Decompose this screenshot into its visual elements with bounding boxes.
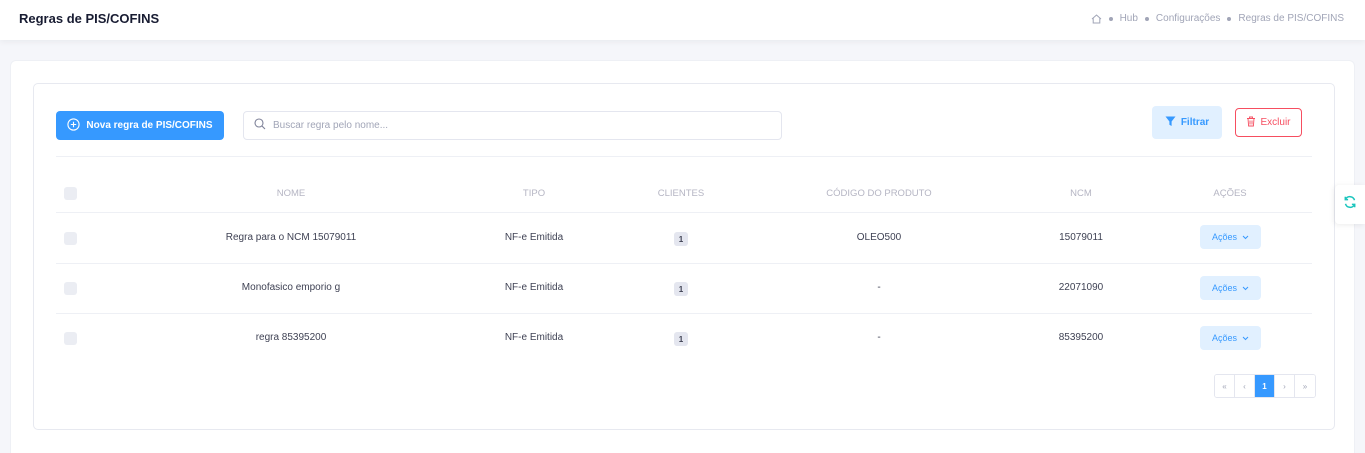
breadcrumb-hub[interactable]: Hub xyxy=(1120,13,1138,24)
breadcrumb-current: Regras de PIS/COFINS xyxy=(1238,13,1344,24)
clients-count-badge: 1 xyxy=(674,332,688,346)
clients-count-badge: 1 xyxy=(674,282,688,296)
row-divider xyxy=(56,263,1312,264)
search-input[interactable] xyxy=(273,120,753,131)
column-header-nome[interactable]: NOME xyxy=(277,188,306,199)
search-icon xyxy=(254,117,266,135)
table-divider xyxy=(56,212,1312,213)
column-header-clientes[interactable]: CLIENTES xyxy=(658,188,704,199)
search-box[interactable] xyxy=(243,111,782,140)
chevron-down-icon xyxy=(1242,333,1249,343)
column-header-acoes: AÇÕES xyxy=(1213,188,1247,199)
pagination-last[interactable]: » xyxy=(1295,375,1315,397)
actions-label: Ações xyxy=(1211,232,1237,242)
row-divider xyxy=(56,313,1312,314)
pagination-prev[interactable]: ‹ xyxy=(1235,375,1255,397)
row-ncm: 85395200 xyxy=(1058,332,1104,343)
chevron-down-icon xyxy=(1242,283,1249,293)
trash-icon xyxy=(1246,116,1256,130)
plus-circle-icon xyxy=(67,117,81,134)
row-tipo: NF-e Emitida xyxy=(504,332,564,343)
actions-label: Ações xyxy=(1211,333,1237,343)
row-ncm: 15079011 xyxy=(1059,232,1103,243)
pagination-first[interactable]: « xyxy=(1215,375,1235,397)
refresh-icon xyxy=(1343,195,1357,214)
row-checkbox[interactable] xyxy=(64,232,77,245)
content-container: Nova regra de PIS/COFINS Filtrar Excluir… xyxy=(10,60,1355,453)
row-nome: Regra para o NCM 15079011 xyxy=(225,232,357,243)
column-header-tipo[interactable]: TIPO xyxy=(523,188,545,199)
row-codigo-produto: OLEO500 xyxy=(856,232,902,243)
top-bar: Regras de PIS/COFINS Hub Configurações R… xyxy=(0,0,1365,40)
toolbar-divider xyxy=(56,156,1312,157)
column-header-codigo-produto[interactable]: CÓDIGO DO PRODUTO xyxy=(826,188,931,199)
actions-label: Ações xyxy=(1211,283,1237,293)
breadcrumb-separator xyxy=(1108,16,1113,21)
breadcrumb-configuracoes[interactable]: Configurações xyxy=(1156,13,1220,24)
pagination-next[interactable]: › xyxy=(1275,375,1295,397)
row-codigo-produto: - xyxy=(877,332,881,343)
select-all-checkbox[interactable] xyxy=(64,187,77,200)
row-actions-button[interactable]: Ações xyxy=(1200,326,1261,350)
row-actions-button[interactable]: Ações xyxy=(1200,276,1261,300)
row-nome: regra 85395200 xyxy=(255,332,327,343)
pagination-page-current[interactable]: 1 xyxy=(1255,375,1275,397)
column-header-ncm[interactable]: NCM xyxy=(1070,188,1092,199)
row-checkbox[interactable] xyxy=(64,332,77,345)
row-checkbox[interactable] xyxy=(64,282,77,295)
row-actions-button[interactable]: Ações xyxy=(1200,225,1261,249)
row-nome: Monofasico emporio g xyxy=(241,282,341,293)
delete-button[interactable]: Excluir xyxy=(1235,108,1302,137)
breadcrumb: Hub Configurações Regras de PIS/COFINS xyxy=(1091,13,1344,24)
rules-card: Nova regra de PIS/COFINS Filtrar Excluir… xyxy=(33,83,1335,430)
breadcrumb-separator xyxy=(1227,16,1232,21)
refresh-button[interactable] xyxy=(1335,185,1365,224)
home-icon[interactable] xyxy=(1091,13,1102,24)
new-rule-button[interactable]: Nova regra de PIS/COFINS xyxy=(56,111,224,140)
chevron-down-icon xyxy=(1242,232,1249,242)
filter-label: Filtrar xyxy=(1180,117,1210,128)
row-tipo: NF-e Emitida xyxy=(504,232,564,243)
pagination: « ‹ 1 › » xyxy=(1214,374,1316,398)
row-ncm: 22071090 xyxy=(1058,282,1104,293)
row-codigo-produto: - xyxy=(877,282,881,293)
clients-count-badge: 1 xyxy=(674,232,688,246)
new-rule-label: Nova regra de PIS/COFINS xyxy=(86,120,213,131)
delete-label: Excluir xyxy=(1260,117,1291,128)
page-title: Regras de PIS/COFINS xyxy=(19,11,160,26)
filter-icon xyxy=(1165,116,1176,130)
row-tipo: NF-e Emitida xyxy=(504,282,564,293)
filter-button[interactable]: Filtrar xyxy=(1152,106,1222,139)
breadcrumb-separator xyxy=(1144,16,1149,21)
